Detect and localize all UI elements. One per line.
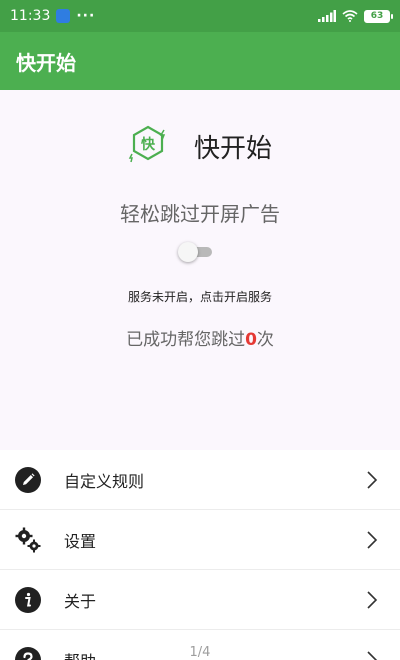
chevron-right-icon <box>367 471 378 489</box>
gears-icon <box>14 526 42 554</box>
skip-count-suffix: 次 <box>256 330 274 350</box>
battery-icon: 63 <box>364 9 393 23</box>
tagline: 轻松跳过开屏广告 <box>120 202 280 226</box>
app-bar: 快开始 <box>0 32 400 90</box>
chevron-right-icon <box>367 591 378 609</box>
info-icon <box>14 586 42 614</box>
app-logo-text: 快 <box>141 136 156 153</box>
app-logo-icon: 快 <box>128 125 166 163</box>
status-time: 11:33 <box>10 8 51 24</box>
menu-label-custom-rules: 自定义规则 <box>64 471 145 491</box>
skip-count-text: 已成功帮您跳过0次 <box>0 325 400 350</box>
more-notifications-indicator: ··· <box>76 8 96 24</box>
hero-section: 快 快开始 轻松跳过开屏广告 服务未开启，点击开启服务 已成功帮您跳过0次 <box>0 90 400 450</box>
notification-app-icon <box>56 9 71 23</box>
brand-header: 快 快开始 <box>0 124 400 168</box>
pencil-icon <box>14 466 42 494</box>
menu-item-custom-rules[interactable]: 自定义规则 <box>0 450 400 510</box>
page-indicator: 1/4 <box>189 645 211 660</box>
menu-item-about[interactable]: 关于 <box>0 570 400 630</box>
toggle-knob <box>178 242 198 262</box>
menu-label-about: 关于 <box>64 591 97 611</box>
app-bar-title: 快开始 <box>16 50 76 75</box>
skip-count-number: 0 <box>245 330 257 350</box>
service-status-text[interactable]: 服务未开启，点击开启服务 <box>0 288 400 305</box>
menu-label-settings: 设置 <box>64 531 97 551</box>
wifi-icon <box>342 10 358 22</box>
menu-item-settings[interactable]: 设置 <box>0 510 400 570</box>
menu-list: 自定义规则 设置 关于 <box>0 450 400 660</box>
service-toggle[interactable] <box>178 242 212 262</box>
skip-count-prefix: 已成功帮您跳过 <box>126 330 246 350</box>
status-bar: 11:33 ··· 63 <box>0 0 400 32</box>
chevron-right-icon <box>367 531 378 549</box>
app-name: 快开始 <box>193 133 272 164</box>
signal-icon <box>318 10 336 22</box>
